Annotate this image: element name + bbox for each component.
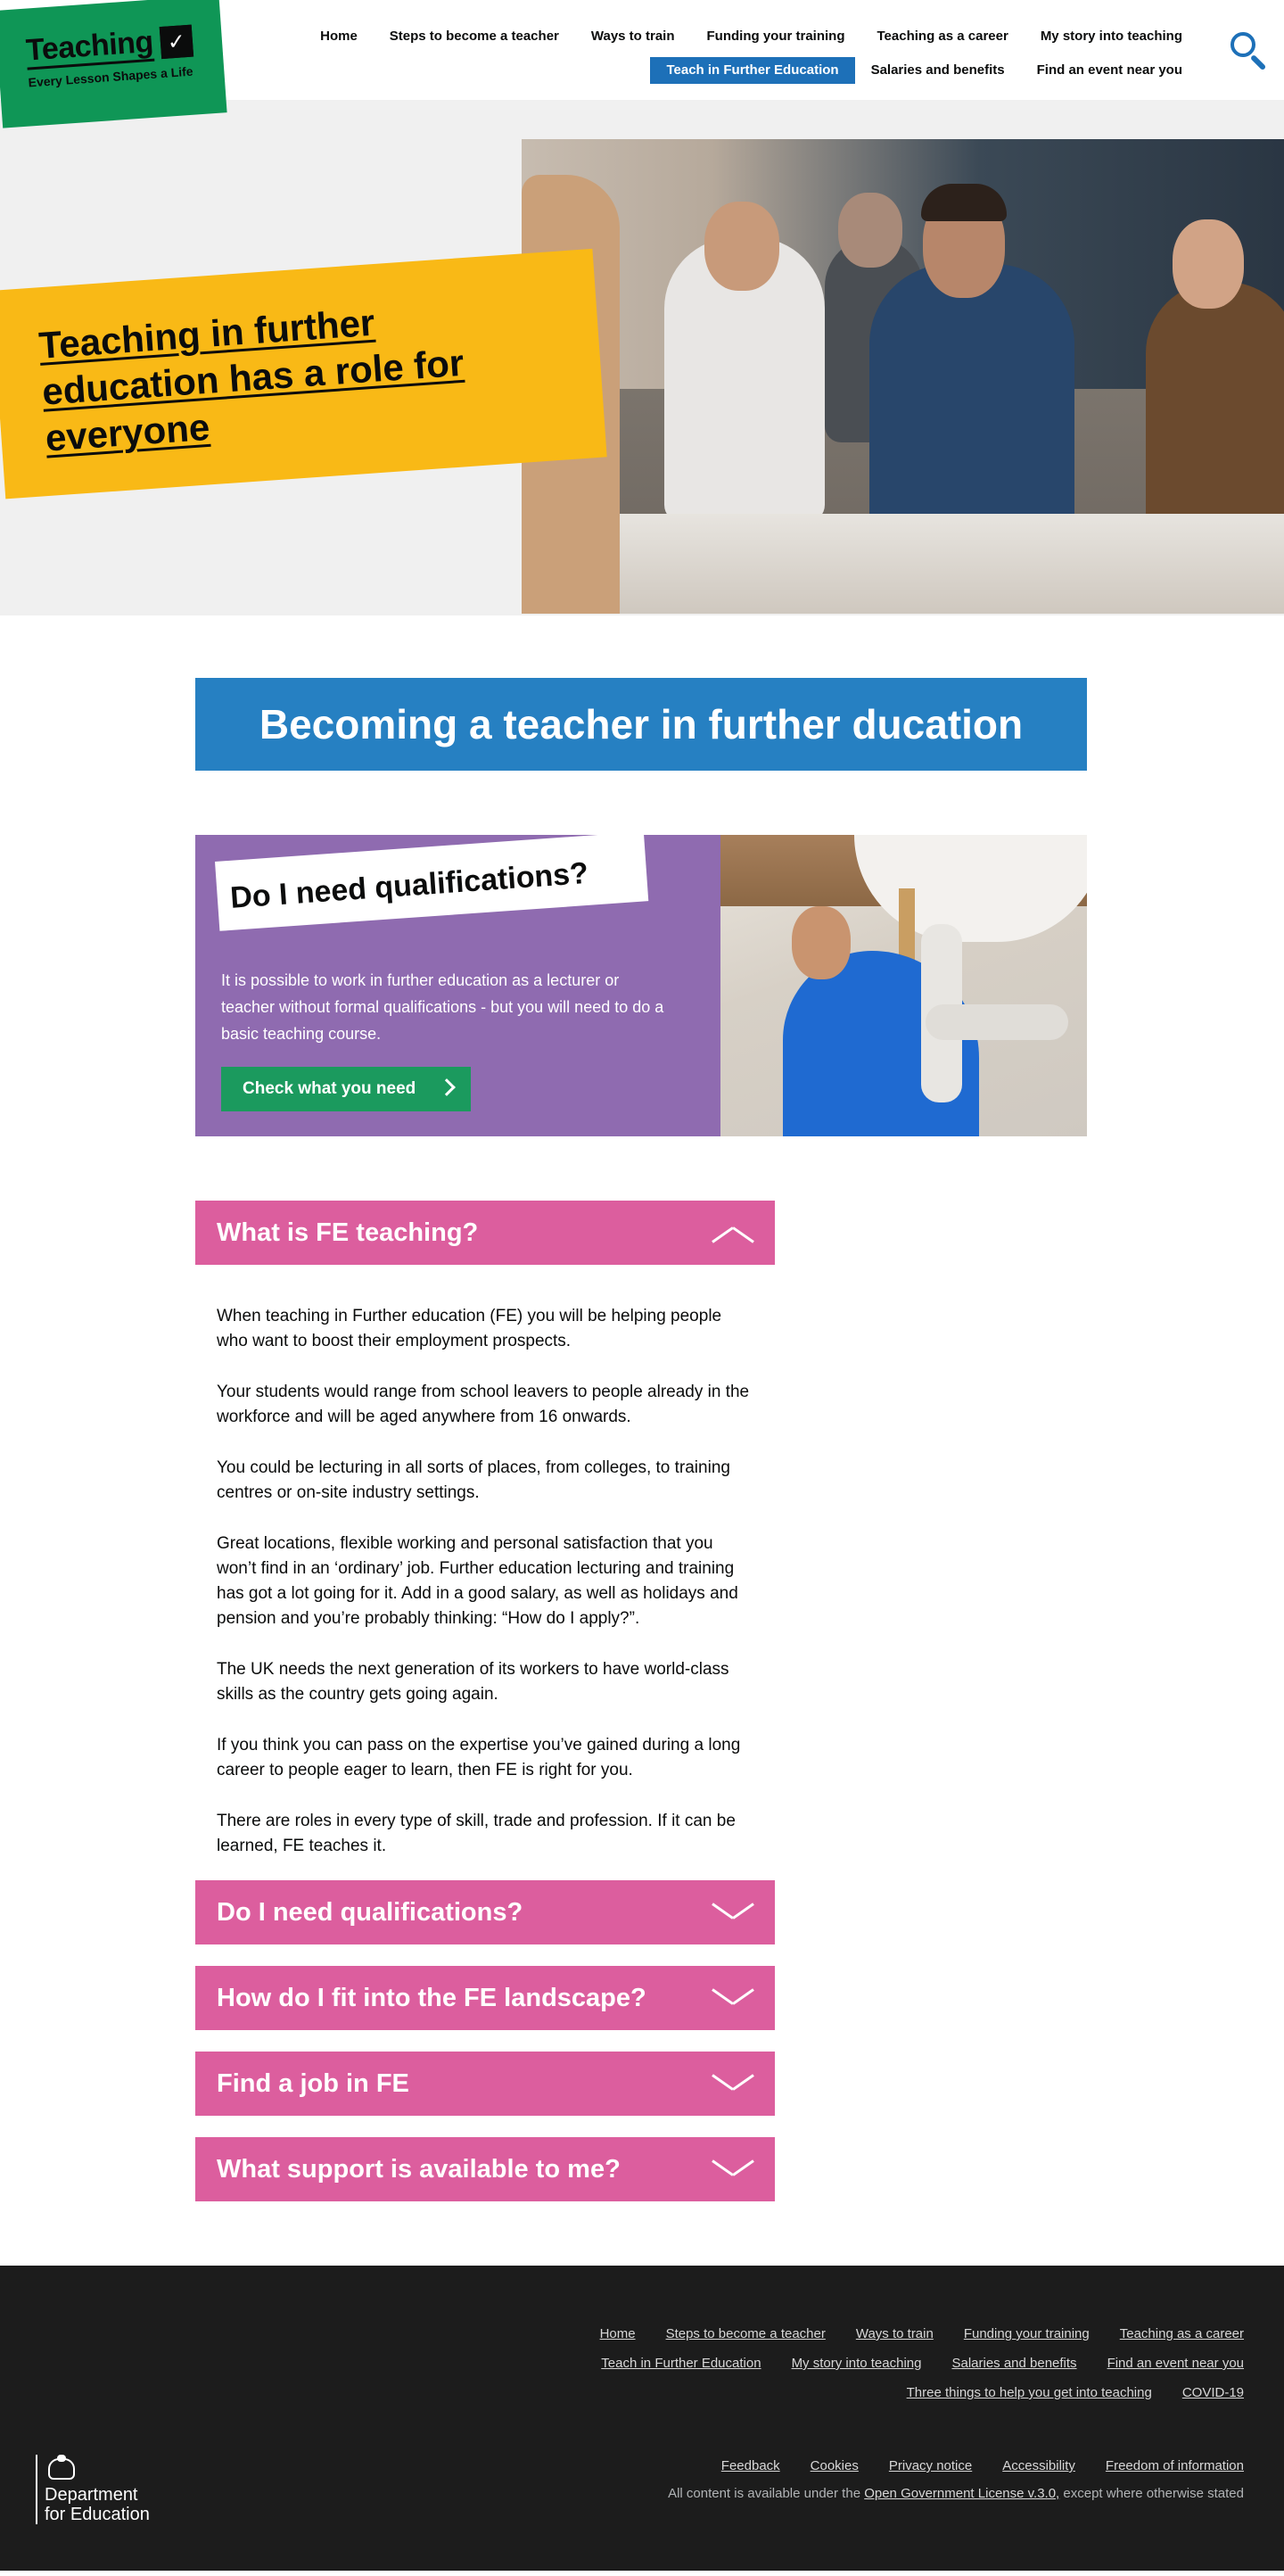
- nav-steps[interactable]: Steps to become a teacher: [374, 23, 575, 50]
- hero: Teaching in further education has a role…: [0, 100, 1284, 615]
- logo-word: Teaching: [25, 25, 155, 70]
- nav-find-event[interactable]: Find an event near you: [1021, 57, 1198, 84]
- footer-link-three-things[interactable]: Three things to help you get into teachi…: [907, 2385, 1152, 2400]
- accordion-paragraph: Great locations, flexible working and pe…: [217, 1534, 738, 1628]
- nav-ways-to-train[interactable]: Ways to train: [575, 23, 691, 50]
- accordion-paragraph: Your students would range from school le…: [217, 1383, 750, 1426]
- accordion-paragraph: You could be lecturing in all sorts of p…: [217, 1458, 730, 1502]
- accordion-item-what-is-fe: What is FE teaching? When teaching in Fu…: [195, 1201, 775, 1859]
- fe-accordion: What is FE teaching? When teaching in Fu…: [195, 1201, 775, 2201]
- chevron-down-icon: [712, 1985, 753, 2011]
- checkmark-icon: ✓: [159, 25, 193, 60]
- footer-link-covid[interactable]: COVID-19: [1182, 2385, 1244, 2400]
- footer-link-ways-to-train[interactable]: Ways to train: [856, 2326, 934, 2341]
- footer-link-feedback[interactable]: Feedback: [721, 2458, 780, 2473]
- accordion-header[interactable]: What is FE teaching?: [195, 1201, 775, 1265]
- nav-funding[interactable]: Funding your training: [691, 23, 861, 50]
- main-content: Becoming a teacher in further ducation D…: [195, 678, 1087, 2201]
- footer-legal: Feedback Cookies Privacy notice Accessib…: [668, 2458, 1244, 2501]
- accordion-header[interactable]: Find a job in FE: [195, 2052, 775, 2116]
- footer-link-find-event[interactable]: Find an event near you: [1107, 2356, 1244, 2371]
- promo-panel: Do I need qualifications? It is possible…: [195, 831, 720, 1136]
- footer-link-salaries[interactable]: Salaries and benefits: [951, 2356, 1076, 2371]
- chevron-down-icon: [712, 2156, 753, 2183]
- accordion-item-qualifications: Do I need qualifications?: [195, 1880, 775, 1944]
- accordion-paragraph: The UK needs the next generation of its …: [217, 1660, 729, 1704]
- footer-link-cookies[interactable]: Cookies: [811, 2458, 859, 2473]
- accordion-item-find-job: Find a job in FE: [195, 2052, 775, 2116]
- nav-row-secondary: Teach in Further Education Salaries and …: [304, 57, 1198, 84]
- footer-nav: Home Steps to become a teacher Ways to t…: [441, 2326, 1244, 2415]
- ogl-license-link[interactable]: Open Government License v.3.0,: [864, 2486, 1059, 2501]
- nav-teaching-career[interactable]: Teaching as a career: [861, 23, 1025, 50]
- accordion-item-fe-landscape: How do I fit into the FE landscape?: [195, 1966, 775, 2030]
- accordion-paragraph: There are roles in every type of skill, …: [217, 1812, 736, 1855]
- accordion-title: What support is available to me?: [217, 2154, 621, 2184]
- main-nav: Home Steps to become a teacher Ways to t…: [304, 23, 1198, 84]
- footer-link-accessibility[interactable]: Accessibility: [1002, 2458, 1075, 2473]
- footer-link-funding[interactable]: Funding your training: [964, 2326, 1090, 2341]
- footer-link-privacy[interactable]: Privacy notice: [889, 2458, 972, 2473]
- dfe-name-line1: Department: [45, 2485, 138, 2505]
- nav-salaries[interactable]: Salaries and benefits: [855, 57, 1021, 84]
- chevron-down-icon: [712, 2070, 753, 2097]
- dfe-name-line2: for Education: [45, 2505, 150, 2524]
- footer-link-foi[interactable]: Freedom of information: [1106, 2458, 1244, 2473]
- royal-crest-icon: [45, 2455, 78, 2481]
- footer-link-teaching-career[interactable]: Teaching as a career: [1120, 2326, 1244, 2341]
- plumber-image: [720, 835, 1087, 1136]
- site-header: Teaching ✓ Every Lesson Shapes a Life Ho…: [0, 0, 1284, 128]
- check-what-you-need-button[interactable]: Check what you need: [221, 1067, 471, 1111]
- accordion-body: When teaching in Further education (FE) …: [195, 1265, 775, 1859]
- search-icon[interactable]: [1229, 30, 1268, 71]
- chevron-right-icon: [438, 1078, 456, 1096]
- accordion-item-support: What support is available to me?: [195, 2137, 775, 2201]
- accordion-title: How do I fit into the FE landscape?: [217, 1983, 646, 2012]
- promo-button-label: Check what you need: [243, 1079, 416, 1098]
- chevron-down-icon: [712, 1899, 753, 1926]
- accordion-paragraph: When teaching in Further education (FE) …: [217, 1307, 722, 1350]
- nav-row-primary: Home Steps to become a teacher Ways to t…: [304, 23, 1198, 50]
- footer-link-home[interactable]: Home: [600, 2326, 636, 2341]
- license-text: All content is available under the Open …: [668, 2486, 1244, 2501]
- nav-teach-fe[interactable]: Teach in Further Education: [650, 57, 855, 84]
- dfe-logo[interactable]: Department for Education: [36, 2455, 150, 2524]
- teaching-logo[interactable]: Teaching ✓ Every Lesson Shapes a Life: [0, 0, 227, 128]
- nav-my-story[interactable]: My story into teaching: [1025, 23, 1198, 50]
- nav-home[interactable]: Home: [304, 23, 374, 50]
- accordion-header[interactable]: What support is available to me?: [195, 2137, 775, 2201]
- accordion-title: Find a job in FE: [217, 2068, 409, 2098]
- accordion-paragraph: If you think you can pass on the experti…: [217, 1736, 741, 1779]
- chevron-up-icon: [712, 1219, 753, 1246]
- hero-image: [522, 139, 1284, 614]
- site-footer: Home Steps to become a teacher Ways to t…: [0, 2266, 1284, 2571]
- footer-link-teach-fe[interactable]: Teach in Further Education: [601, 2356, 761, 2371]
- accordion-title: Do I need qualifications?: [217, 1897, 523, 1927]
- promo-body: It is possible to work in further educat…: [221, 971, 664, 1043]
- qualifications-promo: Do I need qualifications? It is possible…: [195, 831, 1087, 1136]
- page-title: Becoming a teacher in further ducation: [195, 678, 1087, 771]
- footer-link-my-story[interactable]: My story into teaching: [792, 2356, 922, 2371]
- accordion-header[interactable]: Do I need qualifications?: [195, 1880, 775, 1944]
- footer-link-steps[interactable]: Steps to become a teacher: [666, 2326, 826, 2341]
- accordion-header[interactable]: How do I fit into the FE landscape?: [195, 1966, 775, 2030]
- accordion-title: What is FE teaching?: [217, 1218, 479, 1247]
